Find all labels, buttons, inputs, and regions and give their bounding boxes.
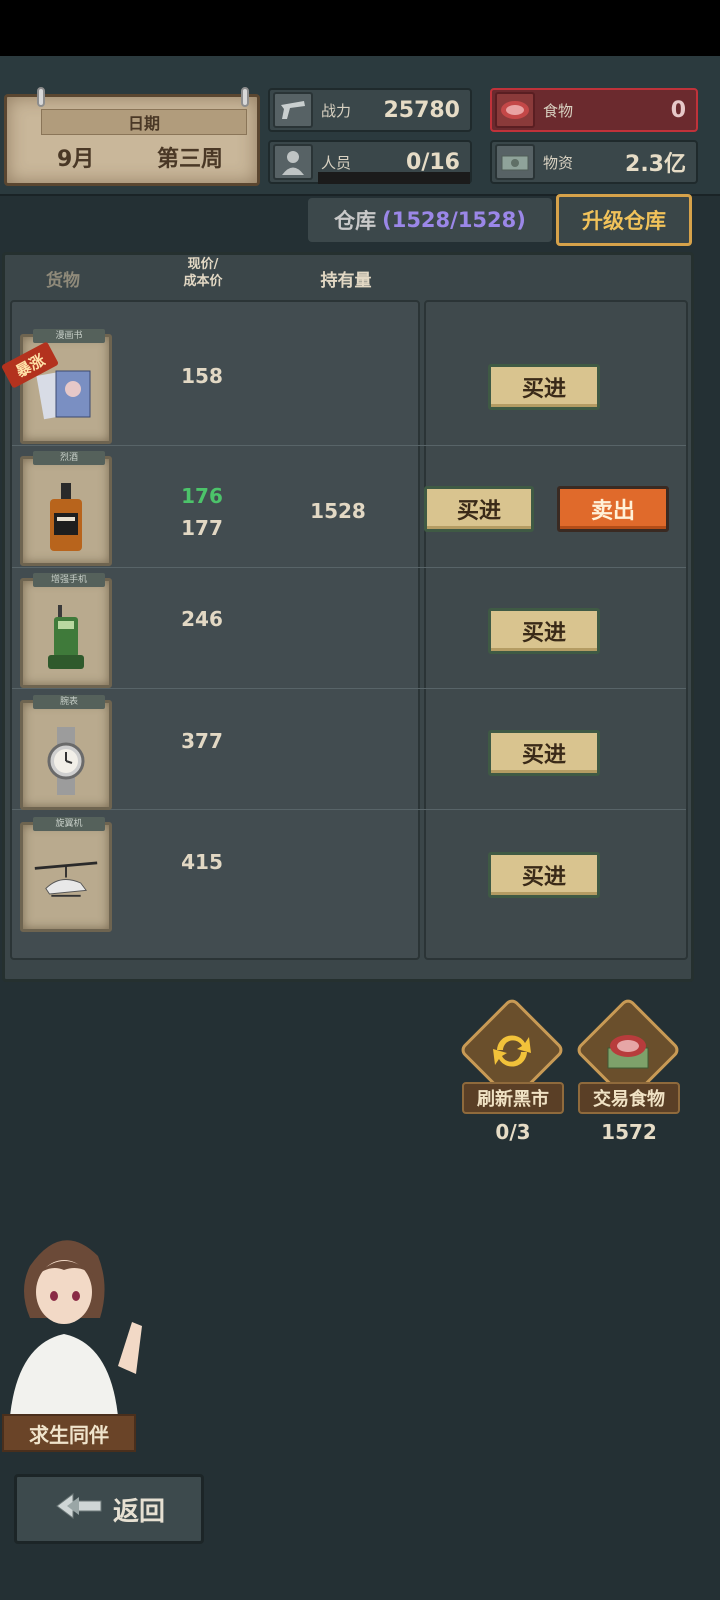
warehouse-capacity: (1528/1528) xyxy=(382,208,526,232)
item-name: 漫画书 xyxy=(33,329,105,343)
row-holding: 1528 xyxy=(310,499,366,523)
companion-avatar[interactable] xyxy=(0,1226,160,1416)
warehouse-label: 仓库 (1528/1528) xyxy=(308,198,552,242)
buy-button[interactable]: 买进 xyxy=(488,730,600,776)
header-price: 现价/ 成本价 xyxy=(174,256,232,290)
watch-icon xyxy=(33,721,99,801)
date-label: 日期 xyxy=(127,114,160,133)
row-price: 246 xyxy=(181,607,223,631)
row-divider xyxy=(12,445,686,446)
binder-ring xyxy=(37,87,45,107)
back-button[interactable]: 返回 xyxy=(14,1474,204,1544)
stat-supplies-label: 物资 xyxy=(543,153,574,172)
sell-button[interactable]: 卖出 xyxy=(557,486,669,532)
gyrocopter-icon xyxy=(33,843,99,923)
row-price: 158 xyxy=(181,364,223,388)
item-card-liquor[interactable]: 烈酒 xyxy=(20,451,112,566)
refresh-icon xyxy=(474,1012,550,1088)
stat-supplies[interactable]: 物资 2.3亿 xyxy=(490,140,698,184)
item-card-gyrocopter[interactable]: 旋翼机 xyxy=(20,817,112,932)
header-price-line1: 现价/ xyxy=(187,257,219,272)
money-icon xyxy=(495,144,535,180)
stat-food-value: 0 xyxy=(670,97,686,123)
warehouse-title: 仓库 xyxy=(334,209,377,233)
header-goods: 货物 xyxy=(46,271,80,291)
item-card-phone[interactable]: 增强手机 xyxy=(20,573,112,688)
stat-supplies-value: 2.3亿 xyxy=(625,152,686,177)
date-card: 日期 9月 第三周 xyxy=(4,87,260,186)
trade-food-button[interactable]: 交易食物 xyxy=(578,1082,680,1114)
item-name: 旋翼机 xyxy=(33,817,105,831)
person-icon xyxy=(273,144,313,180)
meat-icon xyxy=(495,92,535,128)
row-price: 176 xyxy=(181,484,223,508)
back-arrow-icon xyxy=(53,1491,105,1528)
row-price: 377 xyxy=(181,729,223,753)
row-cost: 177 xyxy=(181,516,223,540)
stat-people-label: 人员 xyxy=(321,153,352,172)
upgrade-warehouse-button[interactable]: 升级仓库 xyxy=(556,194,692,246)
companion-label[interactable]: 求生同伴 xyxy=(2,1414,136,1452)
date-week: 第三周 xyxy=(157,147,224,172)
row-price: 415 xyxy=(181,850,223,874)
date-label-box: 日期 xyxy=(41,109,247,135)
stat-food-label: 食物 xyxy=(543,101,574,120)
item-card-watch[interactable]: 腕表 xyxy=(20,695,112,810)
trade-food-icon xyxy=(590,1012,666,1088)
item-name: 烈酒 xyxy=(33,451,105,465)
pistol-icon xyxy=(273,92,313,128)
refresh-count: 0/3 xyxy=(495,1120,531,1144)
buy-button[interactable]: 买进 xyxy=(488,364,600,410)
buy-button[interactable]: 买进 xyxy=(488,852,600,898)
stat-food[interactable]: 食物 0 xyxy=(490,88,698,132)
trade-food-count: 1572 xyxy=(601,1120,657,1144)
stat-people-value: 0/16 xyxy=(406,149,460,175)
header-holding: 持有量 xyxy=(320,271,372,291)
refresh-market-button[interactable]: 刷新黑市 xyxy=(462,1082,564,1114)
date-month: 9月 xyxy=(57,147,95,172)
stat-combat-value: 25780 xyxy=(383,97,460,123)
row-divider xyxy=(12,809,686,810)
binder-ring xyxy=(241,87,249,107)
stat-combat[interactable]: 战力 25780 xyxy=(268,88,472,132)
liquor-bottle-icon xyxy=(33,477,99,557)
buy-button[interactable]: 买进 xyxy=(488,608,600,654)
row-divider xyxy=(12,567,686,568)
item-name: 增强手机 xyxy=(33,573,105,587)
radio-phone-icon xyxy=(33,599,99,679)
buy-button[interactable]: 买进 xyxy=(424,486,534,532)
redacted-bar xyxy=(318,172,470,184)
row-divider xyxy=(12,688,686,689)
stat-combat-label: 战力 xyxy=(321,101,352,120)
header-price-line2: 成本价 xyxy=(183,274,223,289)
status-bar xyxy=(0,0,720,56)
item-name: 腕表 xyxy=(33,695,105,709)
back-label: 返回 xyxy=(112,1496,165,1527)
